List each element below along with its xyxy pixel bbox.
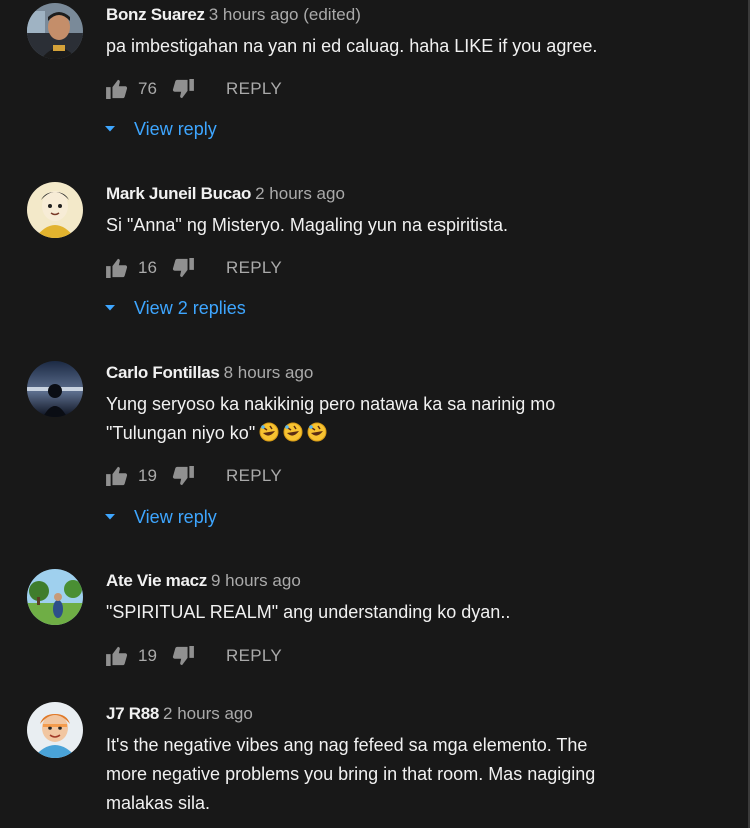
- rolling-on-floor-laughing-icon: [307, 422, 327, 451]
- view-replies-button[interactable]: View reply: [104, 116, 217, 142]
- comment-timestamp[interactable]: 9 hours ago: [211, 571, 301, 590]
- like-button[interactable]: [106, 79, 128, 99]
- comment-text: Si "Anna" ng Misteryo. Magaling yun na e…: [106, 215, 508, 235]
- avatar[interactable]: [27, 702, 83, 758]
- comment-text-line: "Tulungan niyo ko": [106, 419, 666, 451]
- comment-text-quote: "Tulungan niyo ko": [106, 423, 256, 443]
- caret-down-icon: [104, 304, 116, 312]
- reply-button[interactable]: REPLY: [226, 466, 282, 486]
- like-count: 19: [138, 466, 157, 485]
- caret-down-icon: [104, 513, 116, 521]
- thumbs-down-icon: [172, 466, 194, 486]
- avatar[interactable]: [27, 361, 83, 417]
- view-replies-label: View 2 replies: [134, 297, 246, 318]
- comment-author[interactable]: J7 R88: [106, 704, 159, 723]
- comment-author[interactable]: Ate Vie macz: [106, 571, 207, 590]
- dislike-button[interactable]: [172, 646, 194, 666]
- thumbs-up-icon: [106, 466, 128, 486]
- thumbs-up-icon: [106, 79, 128, 99]
- reply-button[interactable]: REPLY: [226, 646, 282, 666]
- like-button[interactable]: [106, 466, 128, 486]
- reply-button[interactable]: REPLY: [226, 258, 282, 278]
- comment-actions: 76 REPLY: [106, 76, 282, 102]
- avatar-silhouette-sunset-icon: [27, 361, 83, 417]
- comment-text: "SPIRITUAL REALM" ang understanding ko d…: [106, 602, 511, 622]
- view-replies-label: View reply: [134, 118, 217, 139]
- comment-text-line: more negative problems you bring in that…: [106, 764, 596, 784]
- avatar[interactable]: [27, 182, 83, 238]
- comment-text-line: It's the negative vibes ang nag fefeed s…: [106, 735, 588, 755]
- avatar-drawn-face-icon: [27, 182, 83, 238]
- comment-header: Carlo Fontillas 8 hours ago: [106, 361, 313, 386]
- comment-timestamp[interactable]: 8 hours ago: [224, 363, 314, 382]
- comment-text: It's the negative vibes ang nag fefeed s…: [106, 731, 666, 818]
- comment-timestamp[interactable]: 2 hours ago: [255, 184, 345, 203]
- thumbs-down-icon: [172, 79, 194, 99]
- like-button[interactable]: [106, 258, 128, 278]
- comment-actions: 16 REPLY: [106, 255, 282, 281]
- reply-button[interactable]: REPLY: [226, 79, 282, 99]
- avatar[interactable]: [27, 3, 83, 59]
- dislike-button[interactable]: [172, 79, 194, 99]
- avatar-park-scene-icon: [27, 569, 83, 625]
- avatar[interactable]: [27, 569, 83, 625]
- comment-text: Yung seryoso ka nakikinig pero natawa ka…: [106, 390, 666, 451]
- comment-header: Bonz Suarez 3 hours ago (edited): [106, 3, 361, 28]
- like-count: 16: [138, 258, 157, 277]
- view-replies-button[interactable]: View 2 replies: [104, 295, 246, 321]
- thumbs-down-icon: [172, 646, 194, 666]
- thumbs-up-icon: [106, 258, 128, 278]
- comment-actions: 19 REPLY: [106, 643, 282, 669]
- caret-down-icon: [104, 125, 116, 133]
- comment-author[interactable]: Bonz Suarez: [106, 5, 205, 24]
- comment-text: pa imbestigahan na yan ni ed caluag. hah…: [106, 36, 598, 56]
- comment-timestamp[interactable]: 2 hours ago: [163, 704, 253, 723]
- like-count: 19: [138, 646, 157, 665]
- like-button[interactable]: [106, 646, 128, 666]
- dislike-button[interactable]: [172, 466, 194, 486]
- view-replies-button[interactable]: View reply: [104, 504, 217, 530]
- comment-header: J7 R88 2 hours ago: [106, 702, 253, 727]
- rolling-on-floor-laughing-icon: [283, 422, 303, 451]
- comment-author[interactable]: Mark Juneil Bucao: [106, 184, 251, 203]
- comment-text-line: Yung seryoso ka nakikinig pero natawa ka…: [106, 394, 556, 414]
- avatar-man-portrait-icon: [27, 3, 83, 59]
- comment-header: Ate Vie macz 9 hours ago: [106, 569, 301, 594]
- dislike-button[interactable]: [172, 258, 194, 278]
- comment-header: Mark Juneil Bucao 2 hours ago: [106, 182, 345, 207]
- comment-text-line: malakas sila.: [106, 793, 211, 813]
- comment-actions: 19 REPLY: [106, 463, 282, 489]
- view-replies-label: View reply: [134, 506, 217, 527]
- thumbs-down-icon: [172, 258, 194, 278]
- thumbs-up-icon: [106, 646, 128, 666]
- like-count: 76: [138, 79, 157, 98]
- comment-author[interactable]: Carlo Fontillas: [106, 363, 220, 382]
- rolling-on-floor-laughing-icon: [259, 422, 279, 451]
- comment-timestamp[interactable]: 3 hours ago (edited): [209, 5, 361, 24]
- avatar-cartoon-boy-icon: [27, 702, 83, 758]
